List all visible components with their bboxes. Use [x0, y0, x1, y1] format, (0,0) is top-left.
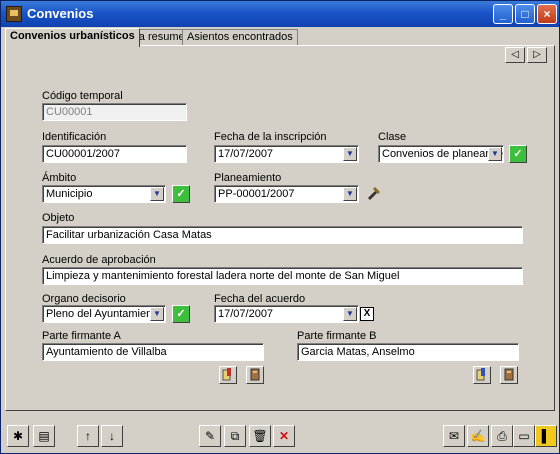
- parte-b-lookup-icon[interactable]: [500, 366, 518, 384]
- next-record-button[interactable]: ▷: [527, 47, 547, 63]
- fecha-inscripcion-label: Fecha de la inscripción: [214, 131, 327, 143]
- chevron-down-icon[interactable]: ▼: [343, 187, 357, 201]
- maximize-button[interactable]: □: [515, 4, 535, 24]
- fecha-inscripcion-select[interactable]: 17/07/2007 ▼: [214, 145, 359, 163]
- edit-record-icon[interactable]: ✎: [199, 425, 221, 447]
- move-down-icon[interactable]: ↓: [101, 425, 123, 447]
- objeto-label: Objeto: [42, 212, 75, 224]
- close-button[interactable]: ×: [537, 4, 557, 24]
- parte-b-edit-icon[interactable]: [473, 366, 491, 384]
- chevron-down-icon[interactable]: ▼: [150, 187, 164, 201]
- copy-record-icon[interactable]: ▤: [33, 425, 55, 447]
- new-record-icon[interactable]: ✱: [7, 425, 29, 447]
- chevron-down-icon[interactable]: ▼: [150, 307, 164, 321]
- fecha-inscripcion-value: 17/07/2007: [218, 148, 274, 160]
- ambito-label: Ámbito: [42, 172, 77, 184]
- cancel-icon[interactable]: ✕: [273, 425, 295, 447]
- parte-a-lookup-icon[interactable]: [246, 366, 264, 384]
- parte-a-edit-icon[interactable]: [219, 366, 237, 384]
- ambito-value: Municipio: [46, 188, 93, 200]
- signature-icon[interactable]: ✍: [467, 425, 489, 447]
- clear-date-button[interactable]: X: [360, 307, 374, 321]
- clase-value: Convenios de planeamie: [382, 148, 504, 160]
- mail-icon[interactable]: ✉: [443, 425, 465, 447]
- parte-b-field[interactable]: Garcia Matas, Anselmo: [297, 343, 519, 361]
- print-preview-icon[interactable]: ⎙: [491, 425, 513, 447]
- main-window: Convenios _ □ × Convenios urbanísticos F…: [0, 0, 560, 454]
- move-up-icon[interactable]: ↑: [77, 425, 99, 447]
- planeamiento-select[interactable]: PP-00001/2007 ▼: [214, 185, 359, 203]
- planeamiento-tool-icon[interactable]: [365, 185, 383, 203]
- fecha-acuerdo-value: 17/07/2007: [218, 308, 274, 320]
- clase-check-button[interactable]: ✓: [509, 145, 527, 163]
- organo-decisorio-value: Pleno del Ayuntamiento: [46, 308, 162, 320]
- parte-a-label: Parte firmante A: [42, 330, 121, 342]
- print-icon[interactable]: ▭: [513, 425, 535, 447]
- organo-decisorio-label: Organo decisorio: [42, 293, 126, 305]
- codigo-temporal-field: CU00001: [42, 103, 187, 121]
- minimize-button[interactable]: _: [493, 4, 513, 24]
- planeamiento-value: PP-00001/2007: [218, 188, 295, 200]
- chevron-down-icon[interactable]: ▼: [488, 147, 502, 161]
- tab-asientos-encontrados[interactable]: Asientos encontrados: [182, 29, 298, 46]
- clase-label: Clase: [378, 131, 407, 143]
- ambito-select[interactable]: Municipio ▼: [42, 185, 166, 203]
- acuerdo-aprobacion-label: Acuerdo de aprobación: [42, 254, 156, 266]
- exit-door-icon[interactable]: ▌: [535, 425, 557, 447]
- acuerdo-aprobacion-field[interactable]: Limpieza y mantenimiento forestal ladera…: [42, 267, 523, 285]
- chevron-down-icon[interactable]: ▼: [343, 307, 357, 321]
- fecha-acuerdo-select[interactable]: 17/07/2007 ▼: [214, 305, 359, 323]
- planeamiento-label: Planeamiento: [214, 172, 282, 184]
- chevron-down-icon[interactable]: ▼: [343, 147, 357, 161]
- ambito-check-button[interactable]: ✓: [172, 185, 190, 203]
- clase-select[interactable]: Convenios de planeamie ▼: [378, 145, 504, 163]
- app-icon: [6, 6, 22, 22]
- title-bar: Convenios _ □ ×: [1, 1, 559, 27]
- record-navigation: ◁ ▷: [505, 47, 549, 63]
- bottom-toolbar: ✱ ▤ ↑ ↓ ✎ ⧉ 🗑 ✕ ✉ ✍ ⎙ ▭ ▌: [3, 421, 557, 451]
- parte-b-label: Parte firmante B: [297, 330, 377, 342]
- delete-icon[interactable]: 🗑: [249, 425, 271, 447]
- objeto-field[interactable]: Facilitar urbanización Casa Matas: [42, 226, 523, 244]
- prev-record-button[interactable]: ◁: [505, 47, 525, 63]
- identificacion-field[interactable]: CU00001/2007: [42, 145, 187, 163]
- window-title: Convenios: [27, 6, 94, 21]
- identificacion-label: Identificación: [42, 131, 107, 143]
- organo-decisorio-select[interactable]: Pleno del Ayuntamiento ▼: [42, 305, 166, 323]
- codigo-temporal-label: Código temporal: [42, 90, 123, 102]
- duplicate-record-icon[interactable]: ⧉: [224, 425, 246, 447]
- fecha-acuerdo-label: Fecha del acuerdo: [214, 293, 306, 305]
- organo-check-button[interactable]: ✓: [172, 305, 190, 323]
- tab-convenios-urbanisticos[interactable]: Convenios urbanísticos: [5, 28, 140, 47]
- parte-a-field[interactable]: Ayuntamiento de Villalba: [42, 343, 264, 361]
